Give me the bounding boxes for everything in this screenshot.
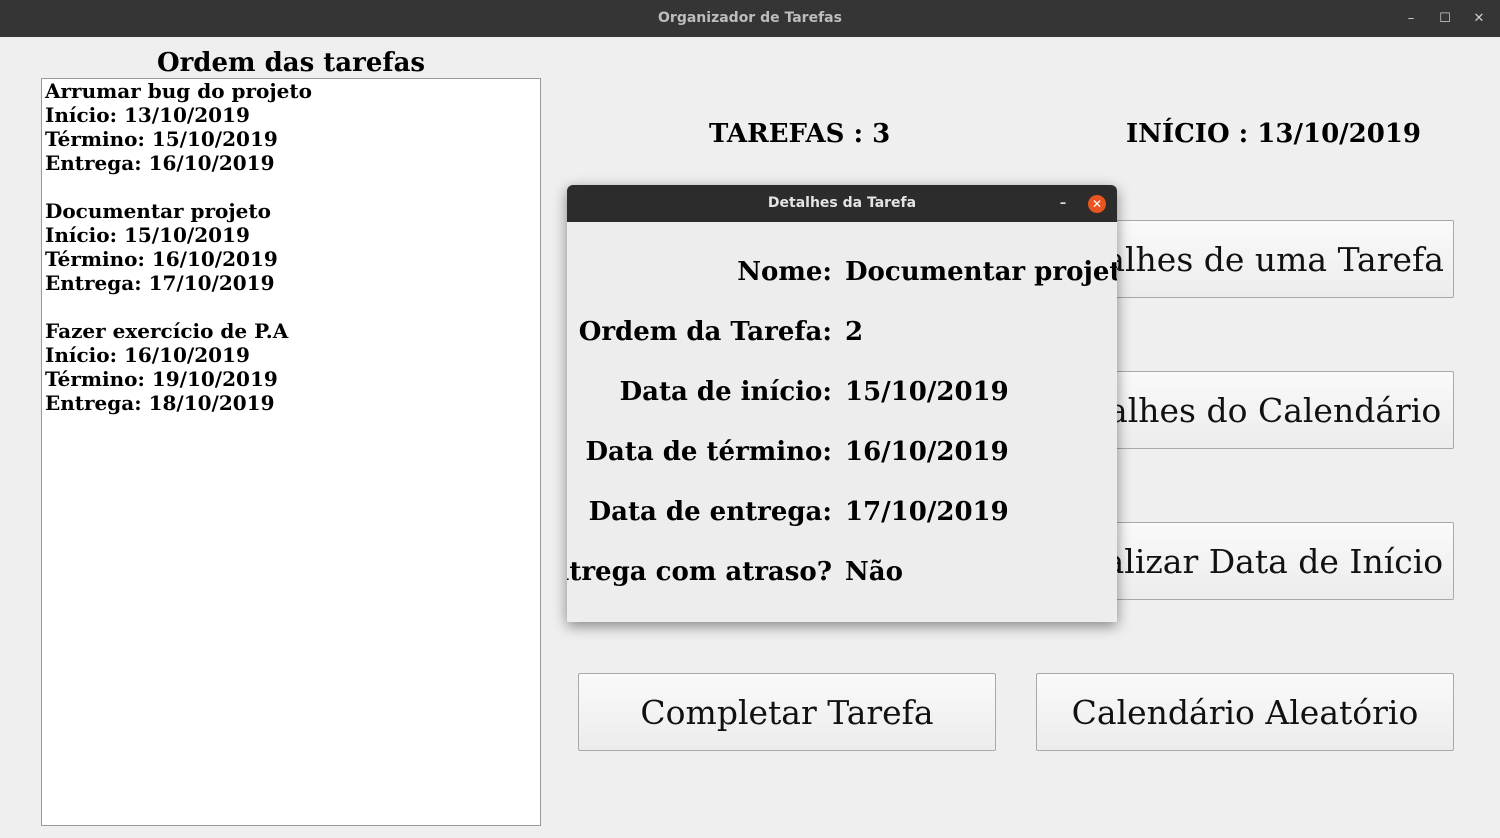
detail-label: Ordem da Tarefa: xyxy=(578,317,832,347)
window-titlebar[interactable]: Organizador de Tarefas xyxy=(0,0,1500,37)
task-order-heading: Ordem das tarefas xyxy=(156,48,426,78)
task-delivery: Entrega: 17/10/2019 xyxy=(45,271,275,295)
detail-label: Data de término: xyxy=(585,437,832,467)
dialog-minimize-icon[interactable]: – xyxy=(1053,185,1073,222)
detail-label: Data de início: xyxy=(619,377,832,407)
task-start: Início: 16/10/2019 xyxy=(45,343,250,367)
detail-value: 2 xyxy=(845,317,864,347)
task-name: Fazer exercício de P.A xyxy=(45,319,289,343)
window-title: Organizador de Tarefas xyxy=(658,10,842,26)
dialog-titlebar[interactable]: Detalhes da Tarefa – ✕ xyxy=(567,185,1117,222)
detail-value: 16/10/2019 xyxy=(845,437,1009,467)
task-delivery: Entrega: 16/10/2019 xyxy=(45,151,275,175)
list-item[interactable]: Documentar projeto Início: 15/10/2019 Té… xyxy=(42,199,540,295)
detail-row-delivery: Data de entrega: 17/10/2019 xyxy=(567,497,1117,537)
list-item[interactable]: Fazer exercício de P.A Início: 16/10/201… xyxy=(42,319,540,415)
task-order-list[interactable]: Arrumar bug do projeto Início: 13/10/201… xyxy=(41,78,541,826)
detail-row-order: Ordem da Tarefa: 2 xyxy=(567,317,1117,357)
task-name: Arrumar bug do projeto xyxy=(45,79,312,103)
list-item[interactable]: Arrumar bug do projeto Início: 13/10/201… xyxy=(42,79,540,175)
start-date-label: INÍCIO : 13/10/2019 xyxy=(1126,119,1422,149)
detail-label: Entrega com atraso? xyxy=(567,557,832,587)
task-count-label: TAREFAS : 3 xyxy=(709,119,891,149)
task-end: Término: 15/10/2019 xyxy=(45,127,278,151)
detail-value: Documentar projeto xyxy=(845,257,1117,287)
task-name: Documentar projeto xyxy=(45,199,271,223)
detail-row-late: Entrega com atraso? Não xyxy=(567,557,1117,597)
dialog-close-icon[interactable]: ✕ xyxy=(1088,195,1106,213)
maximize-icon[interactable]: ☐ xyxy=(1428,0,1462,37)
dialog-title: Detalhes da Tarefa xyxy=(767,195,917,211)
close-icon[interactable]: ✕ xyxy=(1462,0,1496,37)
task-end: Término: 16/10/2019 xyxy=(45,247,278,271)
detail-label: Data de entrega: xyxy=(588,497,832,527)
detail-value: Não xyxy=(845,557,903,587)
task-details-dialog: Detalhes da Tarefa – ✕ Nome: Documentar … xyxy=(567,185,1117,622)
detail-label: Nome: xyxy=(737,257,832,287)
task-start: Início: 13/10/2019 xyxy=(45,103,250,127)
detail-value: 15/10/2019 xyxy=(845,377,1009,407)
detail-value: 17/10/2019 xyxy=(845,497,1009,527)
detail-row-end: Data de término: 16/10/2019 xyxy=(567,437,1117,477)
detail-row-start: Data de início: 15/10/2019 xyxy=(567,377,1117,417)
minimize-icon[interactable]: – xyxy=(1394,0,1428,37)
random-calendar-button[interactable]: Calendário Aleatório xyxy=(1036,673,1454,751)
detail-row-name: Nome: Documentar projeto xyxy=(567,257,1117,297)
task-delivery: Entrega: 18/10/2019 xyxy=(45,391,275,415)
complete-task-button[interactable]: Completar Tarefa xyxy=(578,673,996,751)
task-end: Término: 19/10/2019 xyxy=(45,367,278,391)
task-start: Início: 15/10/2019 xyxy=(45,223,250,247)
